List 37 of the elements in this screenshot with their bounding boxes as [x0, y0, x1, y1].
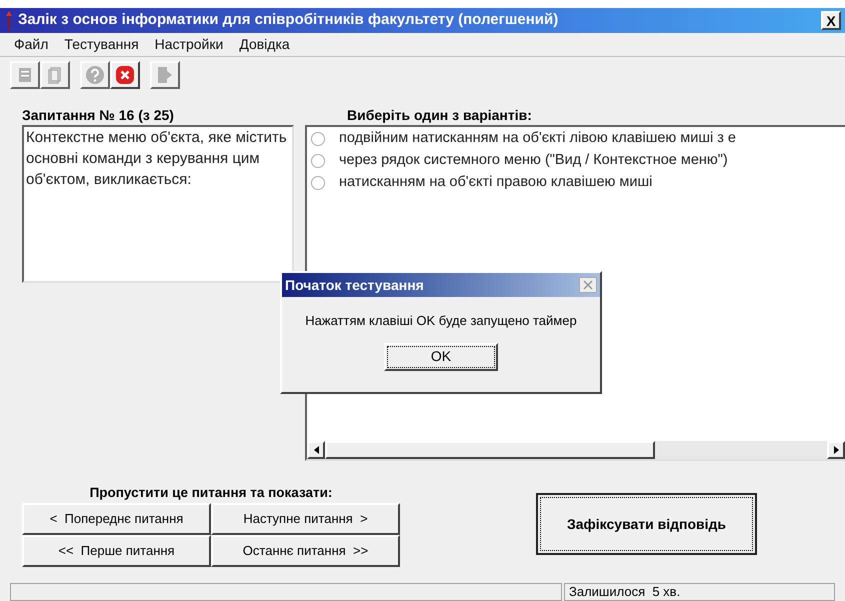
option-label[interactable]: натисканням на об'єкті правою клавішею миші: [339, 172, 652, 194]
menu-item[interactable]: Довідка: [239, 34, 290, 55]
submit-button[interactable]: Зафіксувати відповідь: [536, 493, 757, 555]
answers-heading: Виберіть один з варіантів:: [346, 106, 533, 125]
radio-button[interactable]: [311, 154, 325, 168]
menu-item[interactable]: Тестування: [64, 34, 139, 55]
pages-icon: [46, 66, 64, 84]
question-heading: Запитання № 16 (з 25): [22, 106, 175, 125]
radio-button[interactable]: [311, 132, 325, 146]
help-icon: [85, 65, 105, 85]
toolbar-button[interactable]: [110, 61, 140, 89]
dialog-title: Початок тестування: [285, 276, 425, 295]
document-icon: [16, 66, 34, 84]
ok-button[interactable]: OK: [384, 342, 498, 370]
navigation-button[interactable]: Наступне питання >: [211, 503, 400, 535]
option-label[interactable]: подвійним натисканням на об'єкті лівою клавішею миші з е: [339, 128, 736, 150]
horizontal-scrollbar[interactable]: [307, 441, 845, 459]
torch-icon: [4, 10, 14, 30]
scroll-right-button[interactable]: [827, 441, 845, 459]
left-arrow-icon: [314, 446, 318, 454]
question-text: Контекстне меню об'єкта, яке містить основні команди з керування цим об'єктом, викликається:: [26, 129, 287, 188]
navigation-button[interactable]: < Попереднє питання: [22, 503, 211, 535]
radio-button[interactable]: [311, 176, 325, 190]
navigation-button[interactable]: << Перше питання: [22, 535, 211, 567]
menu-item[interactable]: Настройки: [154, 34, 224, 55]
close-icon: [115, 65, 135, 85]
menu-item[interactable]: Файл: [14, 34, 48, 55]
status-bar-text: Залишилося 5 хв.: [564, 583, 835, 601]
scroll-thumb[interactable]: [325, 441, 655, 459]
navigation-heading: Пропустити це питання та показати:: [90, 484, 332, 502]
dialog-message: Нажаттям клавіші OK буде запущено таймер: [304, 312, 578, 330]
right-arrow-icon: [834, 446, 838, 454]
option-label[interactable]: через рядок системного меню ("Вид / Контекстное меню"): [339, 150, 728, 172]
close-button[interactable]: X: [821, 11, 841, 30]
scroll-left-button[interactable]: [307, 441, 325, 459]
navigation-button[interactable]: Останнє питання >>: [211, 535, 400, 567]
window-title: Залік з основ інформатики для співробітників факультету (полегшений): [18, 10, 560, 30]
